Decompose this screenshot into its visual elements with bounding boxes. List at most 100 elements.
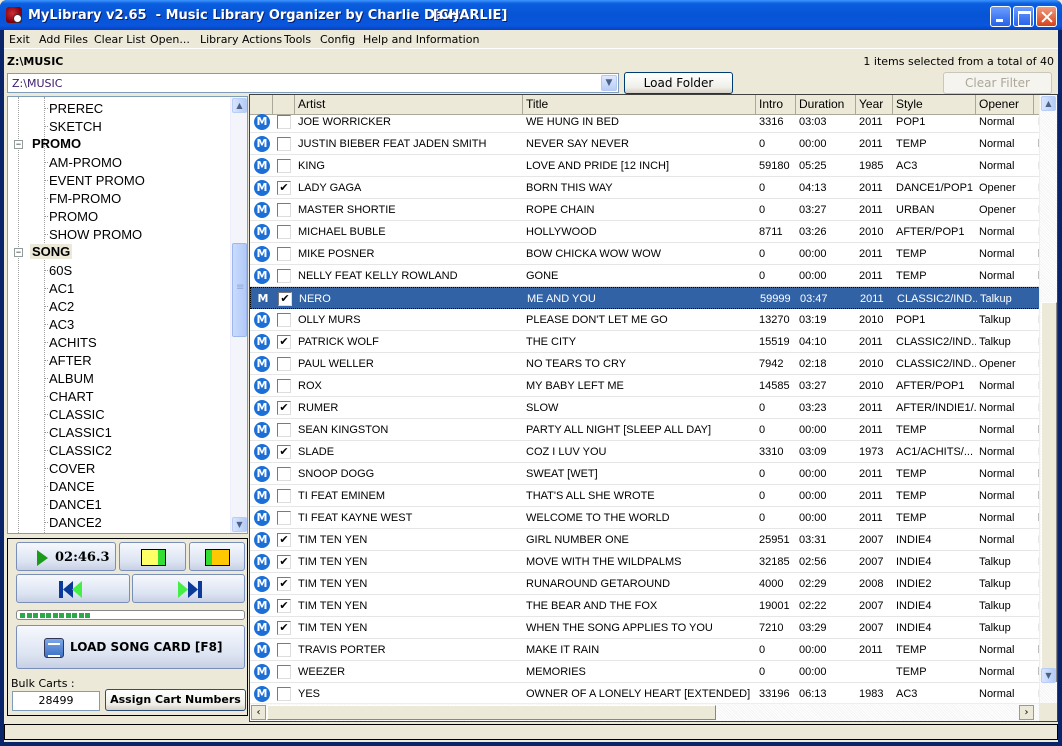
row-checkbox[interactable] — [277, 269, 291, 283]
collapse-icon[interactable]: − — [14, 140, 23, 149]
tree-item[interactable]: SKETCH — [8, 117, 230, 135]
table-row[interactable]: M KING LOVE AND PRIDE [12 INCH] 59180 05:25 1… — [250, 155, 1042, 177]
table-row[interactable]: M OLLY MURS PLEASE DON'T LET ME GO 13270 03:… — [250, 309, 1042, 331]
table-row[interactable]: M ✔ SLADE COZ I LUV YOU 3310 03:09 1973 AC1/ACH… — [250, 441, 1042, 463]
load-folder-button[interactable]: Load Folder — [624, 72, 733, 94]
tree-item[interactable]: PREREC — [8, 99, 230, 117]
row-checkbox[interactable]: ✔ — [277, 401, 291, 415]
table-row[interactable]: M ✔ TIM TEN YEN THE BEAR AND THE FOX 19001 02… — [250, 595, 1042, 617]
row-checkbox[interactable]: ✔ — [277, 335, 291, 349]
table-row[interactable]: M SNOOP DOGG SWEAT [WET] 0 00:00 2011 TEMP Norm… — [250, 463, 1042, 485]
row-checkbox[interactable] — [277, 687, 291, 701]
menu-exit[interactable]: Exit — [9, 33, 30, 46]
row-checkbox[interactable] — [277, 159, 291, 173]
tree-item[interactable]: CLASSIC1 — [8, 423, 230, 441]
row-checkbox[interactable] — [277, 115, 291, 129]
table-row[interactable]: M JOE WORRICKER WE HUNG IN BED 3316 03:03 201… — [250, 111, 1042, 133]
row-checkbox[interactable] — [277, 313, 291, 327]
tree-item[interactable]: AM-PROMO — [8, 153, 230, 171]
table-row[interactable]: M TRAVIS PORTER MAKE IT RAIN 0 00:00 2011 TEMP… — [250, 639, 1042, 661]
table-row[interactable]: M ✔ RUMER SLOW 0 03:23 2011 AFTER/INDIE1/... Nor… — [250, 397, 1042, 419]
table-row[interactable]: M MICHAEL BUBLE HOLLYWOOD 8711 03:26 2010 AFTE… — [250, 221, 1042, 243]
tree-item[interactable]: 60S — [8, 261, 230, 279]
maximize-button[interactable] — [1013, 6, 1034, 27]
table-row[interactable]: M TI FEAT KAYNE WEST WELCOME TO THE WORLD 0… — [250, 507, 1042, 529]
menu-config[interactable]: Config — [320, 33, 355, 46]
row-checkbox[interactable] — [277, 225, 291, 239]
row-checkbox[interactable] — [277, 665, 291, 679]
row-checkbox[interactable] — [277, 203, 291, 217]
clear-filter-button[interactable]: Clear Filter — [943, 72, 1052, 94]
table-row[interactable]: M ROX MY BABY LEFT ME 14585 03:27 2010 AFTER/P… — [250, 375, 1042, 397]
scroll-thumb[interactable] — [267, 705, 716, 720]
tree-category[interactable]: − PROMO — [8, 135, 230, 153]
tree-item[interactable]: ACHITS — [8, 333, 230, 351]
tree-item[interactable]: FM-PROMO — [8, 189, 230, 207]
tree-item[interactable]: ALBUM — [8, 369, 230, 387]
load-song-card-button[interactable]: LOAD SONG CARD [F8] — [16, 625, 245, 669]
table-row[interactable]: M YES OWNER OF A LONELY HEART [EXTENDED] 33… — [250, 683, 1042, 705]
menu-library-actions[interactable]: Library Actions — [200, 33, 282, 46]
row-checkbox[interactable] — [277, 357, 291, 371]
tree-item[interactable]: DANCE2 — [8, 513, 230, 531]
tree-item[interactable]: DANCE — [8, 477, 230, 495]
chevron-down-icon[interactable]: ▼ — [601, 75, 617, 91]
grid-vertical-scrollbar[interactable]: ▲ ▼ — [1039, 95, 1057, 703]
close-button[interactable] — [1036, 6, 1057, 27]
title-bar[interactable]: MyLibrary v2.65 - Music Library Organize… — [0, 0, 1062, 30]
scroll-thumb[interactable] — [1041, 302, 1057, 682]
path-combo[interactable]: Z:\MUSIC ▼ — [7, 73, 619, 93]
cue-out-button[interactable] — [189, 542, 245, 571]
tree-item[interactable]: AFTER — [8, 351, 230, 369]
table-row[interactable]: M ✔ PATRICK WOLF THE CITY 15519 04:10 2011 CLAS… — [250, 331, 1042, 353]
scroll-left-icon[interactable]: ‹ — [251, 705, 266, 720]
row-checkbox[interactable]: ✔ — [278, 292, 292, 306]
bulk-carts-input[interactable]: 28499 — [12, 691, 100, 711]
row-checkbox[interactable]: ✔ — [277, 181, 291, 195]
song-grid[interactable]: Artist Title Intro Duration Year Style O… — [249, 94, 1058, 722]
tree-item[interactable]: SHOW PROMO — [8, 225, 230, 243]
scroll-thumb[interactable] — [232, 243, 247, 337]
tree-item[interactable]: CLASSIC — [8, 405, 230, 423]
row-checkbox[interactable] — [277, 643, 291, 657]
row-checkbox[interactable] — [277, 247, 291, 261]
row-checkbox[interactable] — [277, 379, 291, 393]
menu-tools[interactable]: Tools — [284, 33, 311, 46]
row-checkbox[interactable] — [277, 511, 291, 525]
row-checkbox[interactable]: ✔ — [277, 555, 291, 569]
row-checkbox[interactable] — [277, 489, 291, 503]
tree-item[interactable]: CHART — [8, 387, 230, 405]
scroll-up-icon[interactable]: ▲ — [232, 98, 247, 113]
table-row[interactable]: M NELLY FEAT KELLY ROWLAND GONE 0 00:00 2011 T… — [250, 265, 1042, 287]
row-checkbox[interactable]: ✔ — [277, 599, 291, 613]
tree-scrollbar[interactable]: ▲ ▼ — [230, 97, 247, 533]
scroll-up-icon[interactable]: ▲ — [1041, 96, 1056, 111]
table-row[interactable]: M MIKE POSNER BOW CHICKA WOW WOW 0 00:00 2011… — [250, 243, 1042, 265]
tree-item[interactable]: DANCE1 — [8, 495, 230, 513]
tree-item[interactable]: PROMO — [8, 207, 230, 225]
assign-cart-numbers-button[interactable]: Assign Cart Numbers — [105, 689, 246, 711]
tree-item[interactable]: COVER — [8, 459, 230, 477]
play-button[interactable]: 02:46.3 — [16, 542, 116, 571]
menu-open[interactable]: Open... — [150, 33, 190, 46]
tree-item[interactable]: AC1 — [8, 279, 230, 297]
menu-add-files[interactable]: Add Files — [39, 33, 88, 46]
row-checkbox[interactable] — [277, 137, 291, 151]
table-row[interactable]: M SEAN KINGSTON PARTY ALL NIGHT [SLEEP ALL… — [250, 419, 1042, 441]
table-row[interactable]: M ✔ TIM TEN YEN RUNAROUND GETAROUND 4000 02:2… — [250, 573, 1042, 595]
scroll-right-icon[interactable]: › — [1019, 705, 1034, 720]
tree-category[interactable]: − SONG — [8, 243, 230, 261]
tree-item[interactable]: EVENT PROMO — [8, 171, 230, 189]
table-row[interactable]: M ✔ LADY GAGA BORN THIS WAY 0 04:13 2011 DANCE1… — [250, 177, 1042, 199]
row-checkbox[interactable]: ✔ — [277, 533, 291, 547]
table-row[interactable]: M MASTER SHORTIE ROPE CHAIN 0 03:27 2011 URBAN… — [250, 199, 1042, 221]
row-checkbox[interactable]: ✔ — [277, 621, 291, 635]
tree-item[interactable]: CLASSIC2 — [8, 441, 230, 459]
row-checkbox[interactable]: ✔ — [277, 445, 291, 459]
tree-item[interactable]: AC2 — [8, 297, 230, 315]
table-row[interactable]: M ✔ NERO ME AND YOU 59999 03:47 2011 CLASSIC2/I… — [250, 287, 1043, 309]
menu-clear-list[interactable]: Clear List — [94, 33, 146, 46]
table-row[interactable]: M TI FEAT EMINEM THAT'S ALL SHE WROTE 0 00:0… — [250, 485, 1042, 507]
row-checkbox[interactable] — [277, 467, 291, 481]
table-row[interactable]: M PAUL WELLER NO TEARS TO CRY 7942 02:18 2010… — [250, 353, 1042, 375]
